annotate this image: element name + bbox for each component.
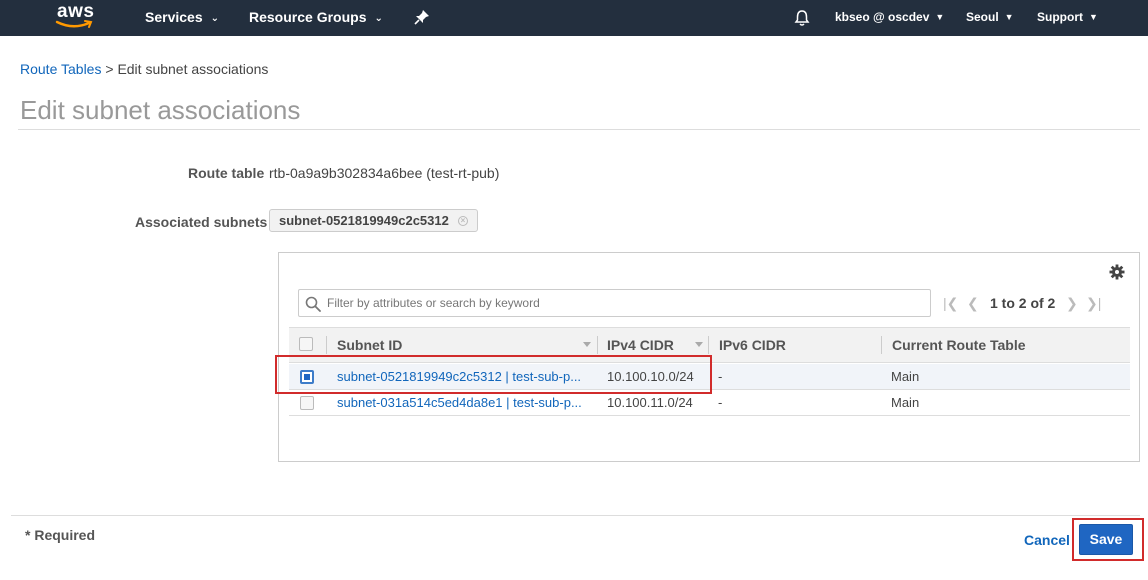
next-page-icon[interactable]: ❯ [1066, 291, 1078, 315]
pagination-label: 1 to 2 of 2 [990, 295, 1056, 311]
support-menu-label: Support [1037, 10, 1083, 24]
title-divider [18, 129, 1140, 130]
ipv6-cidr-cell: - [718, 395, 723, 410]
services-menu[interactable]: Services ⌄ [145, 0, 219, 36]
associated-subnets-label: Associated subnets [135, 214, 268, 230]
footer-divider [11, 515, 1140, 516]
account-menu[interactable]: kbseo @ oscdev ▼ [835, 0, 944, 36]
select-all-checkbox[interactable] [299, 337, 313, 351]
aws-logo[interactable]: aws [55, 2, 95, 32]
region-menu-label: Seoul [966, 10, 999, 24]
region-menu[interactable]: Seoul ▼ [966, 0, 1014, 36]
last-page-icon[interactable]: ❯| [1086, 291, 1101, 315]
page-title: Edit subnet associations [20, 95, 301, 125]
route-table-cell: Main [891, 395, 920, 410]
support-menu[interactable]: Support ▼ [1037, 0, 1098, 36]
column-divider [326, 336, 327, 354]
sort-icon[interactable] [583, 342, 591, 347]
route-table-value: rtb-0a9a9b302834a6bee (test-rt-pub) [269, 165, 500, 181]
chevron-down-icon: ▼ [1004, 12, 1014, 22]
column-divider [708, 336, 709, 354]
route-table-label: Route table [188, 165, 265, 181]
top-nav: aws Services ⌄ Resource Groups ⌄ kbseo @ o… [0, 0, 1148, 36]
row-checkbox[interactable] [300, 396, 314, 410]
first-page-icon[interactable]: |❮ [943, 291, 958, 315]
previous-page-icon[interactable]: ❮ [967, 291, 979, 315]
remove-token-icon[interactable]: × [458, 216, 468, 226]
bell-icon[interactable] [794, 9, 810, 27]
breadcrumb: Route Tables > Edit subnet associations [20, 61, 268, 77]
sort-icon[interactable] [695, 342, 703, 347]
breadcrumb-current: Edit subnet associations [117, 61, 269, 77]
subnet-id-link[interactable]: subnet-0521819949c2c5312 | test-sub-p... [337, 364, 589, 389]
column-header-ipv6-cidr[interactable]: IPv6 CIDR [719, 328, 786, 362]
aws-smile-icon [55, 20, 93, 28]
gear-icon[interactable] [1109, 264, 1125, 280]
resource-groups-menu-label: Resource Groups [249, 9, 367, 25]
filter-search-box[interactable] [298, 289, 931, 317]
services-menu-label: Services [145, 9, 203, 25]
chevron-down-icon: ⌄ [374, 13, 383, 24]
filter-search-input[interactable] [325, 292, 925, 314]
ipv4-cidr-cell: 10.100.11.0/24 [607, 395, 693, 410]
chevron-down-icon: ▼ [1089, 12, 1098, 22]
column-divider [881, 336, 882, 354]
chevron-down-icon: ⌄ [210, 13, 219, 24]
associated-subnet-token-label: subnet-0521819949c2c5312 [279, 213, 449, 228]
required-note: * Required [25, 527, 96, 543]
column-divider [597, 336, 598, 354]
route-table-cell: Main [891, 369, 920, 384]
ipv6-cidr-cell: - [718, 369, 723, 384]
table-row[interactable]: subnet-031a514c5ed4da8e1 | test-sub-p...… [289, 390, 1130, 416]
pin-icon[interactable] [414, 9, 430, 25]
column-header-subnet-id[interactable]: Subnet ID [337, 328, 402, 362]
resource-groups-menu[interactable]: Resource Groups ⌄ [249, 0, 383, 36]
search-icon [305, 296, 321, 312]
subnet-id-link[interactable]: subnet-031a514c5ed4da8e1 | test-sub-p... [337, 390, 589, 415]
ipv4-cidr-cell: 10.100.10.0/24 [607, 369, 694, 384]
aws-logo-text: aws [57, 1, 95, 22]
account-menu-label: kbseo @ oscdev [835, 10, 930, 24]
row-checkbox[interactable] [300, 370, 314, 384]
table-row[interactable]: subnet-0521819949c2c5312 | test-sub-p...… [289, 364, 1130, 390]
table-header: Subnet ID IPv4 CIDR IPv6 CIDR Current Ro… [289, 327, 1130, 363]
column-header-ipv4-cidr[interactable]: IPv4 CIDR [607, 328, 674, 362]
column-header-current-route-table[interactable]: Current Route Table [892, 328, 1026, 362]
chevron-down-icon: ▼ [935, 12, 945, 22]
associated-subnet-token: subnet-0521819949c2c5312 × [269, 209, 478, 232]
breadcrumb-route-tables-link[interactable]: Route Tables [20, 61, 101, 77]
breadcrumb-separator: > [105, 61, 114, 77]
save-button[interactable]: Save [1079, 524, 1133, 555]
cancel-button[interactable]: Cancel [1024, 532, 1070, 548]
